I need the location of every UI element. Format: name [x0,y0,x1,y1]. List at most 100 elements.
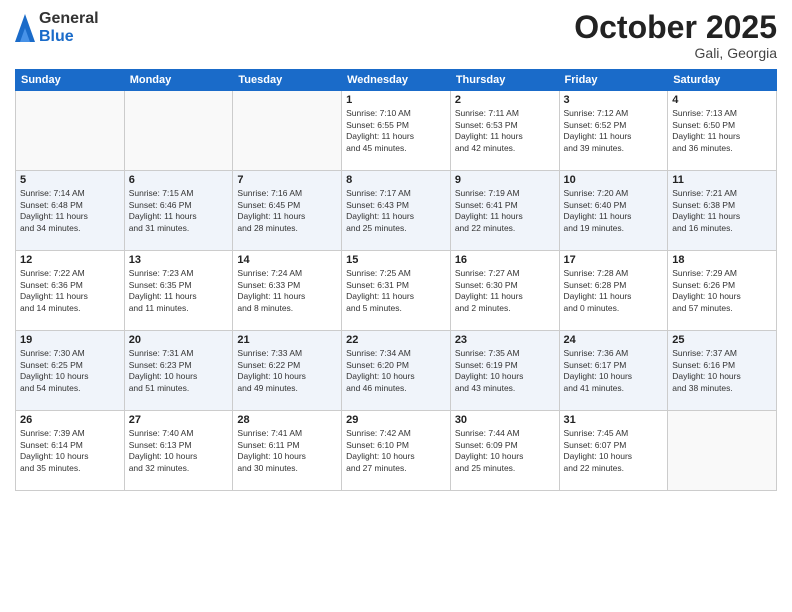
day-info: Sunrise: 7:31 AM Sunset: 6:23 PM Dayligh… [129,348,229,394]
day-info: Sunrise: 7:33 AM Sunset: 6:22 PM Dayligh… [237,348,337,394]
day-number: 22 [346,334,446,346]
day-number: 23 [455,334,555,346]
day-number: 20 [129,334,229,346]
day-info: Sunrise: 7:16 AM Sunset: 6:45 PM Dayligh… [237,188,337,234]
day-number: 30 [455,414,555,426]
day-number: 11 [672,174,772,186]
day-number: 26 [20,414,120,426]
calendar-cell: 18 Sunrise: 7:29 AM Sunset: 6:26 PM Dayli… [668,251,777,331]
day-info: Sunrise: 7:28 AM Sunset: 6:28 PM Dayligh… [564,268,664,314]
calendar-cell: 17 Sunrise: 7:28 AM Sunset: 6:28 PM Dayli… [559,251,668,331]
logo-general: General [39,10,99,28]
col-sunday: Sunday [16,70,125,91]
day-number: 8 [346,174,446,186]
calendar-cell: 11 Sunrise: 7:21 AM Sunset: 6:38 PM Dayli… [668,171,777,251]
day-info: Sunrise: 7:36 AM Sunset: 6:17 PM Dayligh… [564,348,664,394]
day-info: Sunrise: 7:15 AM Sunset: 6:46 PM Dayligh… [129,188,229,234]
day-number: 25 [672,334,772,346]
calendar-cell: 3 Sunrise: 7:12 AM Sunset: 6:52 PM Daylig… [559,91,668,171]
month-title: October 2025 [574,10,777,45]
day-number: 16 [455,254,555,266]
day-number: 24 [564,334,664,346]
calendar-week-4: 19 Sunrise: 7:30 AM Sunset: 6:25 PM Dayli… [16,331,777,411]
day-info: Sunrise: 7:12 AM Sunset: 6:52 PM Dayligh… [564,108,664,154]
day-number: 6 [129,174,229,186]
day-number: 28 [237,414,337,426]
day-number: 12 [20,254,120,266]
calendar-week-2: 5Sunrise: 7:14 AM Sunset: 6:48 PM Daylig… [16,171,777,251]
day-info: Sunrise: 7:42 AM Sunset: 6:10 PM Dayligh… [346,428,446,474]
logo-blue: Blue [39,28,99,46]
calendar-cell: 27Sunrise: 7:40 AM Sunset: 6:13 PM Dayli… [124,411,233,491]
calendar-cell: 14Sunrise: 7:24 AM Sunset: 6:33 PM Dayli… [233,251,342,331]
calendar-cell: 25 Sunrise: 7:37 AM Sunset: 6:16 PM Dayli… [668,331,777,411]
calendar-cell [233,91,342,171]
calendar-cell: 7 Sunrise: 7:16 AM Sunset: 6:45 PM Daylig… [233,171,342,251]
day-number: 17 [564,254,664,266]
calendar-week-3: 12 Sunrise: 7:22 AM Sunset: 6:36 PM Dayli… [16,251,777,331]
calendar-cell: 31 Sunrise: 7:45 AM Sunset: 6:07 PM Dayli… [559,411,668,491]
logo-text: General Blue [39,10,99,45]
day-number: 21 [237,334,337,346]
calendar-cell: 6 Sunrise: 7:15 AM Sunset: 6:46 PM Daylig… [124,171,233,251]
day-info: Sunrise: 7:44 AM Sunset: 6:09 PM Dayligh… [455,428,555,474]
calendar-cell: 12 Sunrise: 7:22 AM Sunset: 6:36 PM Dayli… [16,251,125,331]
day-info: Sunrise: 7:22 AM Sunset: 6:36 PM Dayligh… [20,268,120,314]
day-info: Sunrise: 7:10 AM Sunset: 6:55 PM Dayligh… [346,108,446,154]
day-number: 31 [564,414,664,426]
day-info: Sunrise: 7:23 AM Sunset: 6:35 PM Dayligh… [129,268,229,314]
day-info: Sunrise: 7:45 AM Sunset: 6:07 PM Dayligh… [564,428,664,474]
calendar-cell: 8 Sunrise: 7:17 AM Sunset: 6:43 PM Daylig… [342,171,451,251]
day-info: Sunrise: 7:41 AM Sunset: 6:11 PM Dayligh… [237,428,337,474]
day-info: Sunrise: 7:25 AM Sunset: 6:31 PM Dayligh… [346,268,446,314]
day-number: 7 [237,174,337,186]
header-row: Sunday Monday Tuesday Wednesday Thursday… [16,70,777,91]
day-info: Sunrise: 7:34 AM Sunset: 6:20 PM Dayligh… [346,348,446,394]
calendar-cell: 20 Sunrise: 7:31 AM Sunset: 6:23 PM Dayli… [124,331,233,411]
day-info: Sunrise: 7:17 AM Sunset: 6:43 PM Dayligh… [346,188,446,234]
day-info: Sunrise: 7:20 AM Sunset: 6:40 PM Dayligh… [564,188,664,234]
calendar-cell: 29 Sunrise: 7:42 AM Sunset: 6:10 PM Dayli… [342,411,451,491]
day-info: Sunrise: 7:21 AM Sunset: 6:38 PM Dayligh… [672,188,772,234]
calendar-cell: 30 Sunrise: 7:44 AM Sunset: 6:09 PM Dayli… [450,411,559,491]
calendar-cell: 22 Sunrise: 7:34 AM Sunset: 6:20 PM Dayli… [342,331,451,411]
calendar-cell: 15 Sunrise: 7:25 AM Sunset: 6:31 PM Dayli… [342,251,451,331]
day-info: Sunrise: 7:19 AM Sunset: 6:41 PM Dayligh… [455,188,555,234]
day-number: 19 [20,334,120,346]
calendar-cell [16,91,125,171]
calendar-cell: 9 Sunrise: 7:19 AM Sunset: 6:41 PM Daylig… [450,171,559,251]
calendar-cell: 16Sunrise: 7:27 AM Sunset: 6:30 PM Dayli… [450,251,559,331]
day-number: 10 [564,174,664,186]
calendar-cell [124,91,233,171]
calendar-week-1: 1 Sunrise: 7:10 AM Sunset: 6:55 PM Daylig… [16,91,777,171]
calendar-cell: 28 Sunrise: 7:41 AM Sunset: 6:11 PM Dayli… [233,411,342,491]
day-info: Sunrise: 7:37 AM Sunset: 6:16 PM Dayligh… [672,348,772,394]
day-number: 14 [237,254,337,266]
day-number: 13 [129,254,229,266]
day-number: 3 [564,94,664,106]
day-number: 18 [672,254,772,266]
calendar-cell: 13 Sunrise: 7:23 AM Sunset: 6:35 PM Dayli… [124,251,233,331]
calendar-cell: 1 Sunrise: 7:10 AM Sunset: 6:55 PM Daylig… [342,91,451,171]
day-info: Sunrise: 7:29 AM Sunset: 6:26 PM Dayligh… [672,268,772,314]
day-info: Sunrise: 7:30 AM Sunset: 6:25 PM Dayligh… [20,348,120,394]
calendar-cell: 10 Sunrise: 7:20 AM Sunset: 6:40 PM Dayli… [559,171,668,251]
calendar-cell: 19 Sunrise: 7:30 AM Sunset: 6:25 PM Dayli… [16,331,125,411]
day-number: 27 [129,414,229,426]
calendar-cell: 5Sunrise: 7:14 AM Sunset: 6:48 PM Daylig… [16,171,125,251]
col-friday: Friday [559,70,668,91]
col-wednesday: Wednesday [342,70,451,91]
day-number: 9 [455,174,555,186]
col-tuesday: Tuesday [233,70,342,91]
page: General Blue October 2025 Gali, Georgia … [0,0,792,612]
col-saturday: Saturday [668,70,777,91]
day-number: 15 [346,254,446,266]
day-number: 1 [346,94,446,106]
day-number: 29 [346,414,446,426]
calendar-table: Sunday Monday Tuesday Wednesday Thursday… [15,69,777,491]
location: Gali, Georgia [574,45,777,61]
calendar-cell: 4Sunrise: 7:13 AM Sunset: 6:50 PM Daylig… [668,91,777,171]
calendar-cell [668,411,777,491]
col-monday: Monday [124,70,233,91]
logo: General Blue [15,10,99,45]
